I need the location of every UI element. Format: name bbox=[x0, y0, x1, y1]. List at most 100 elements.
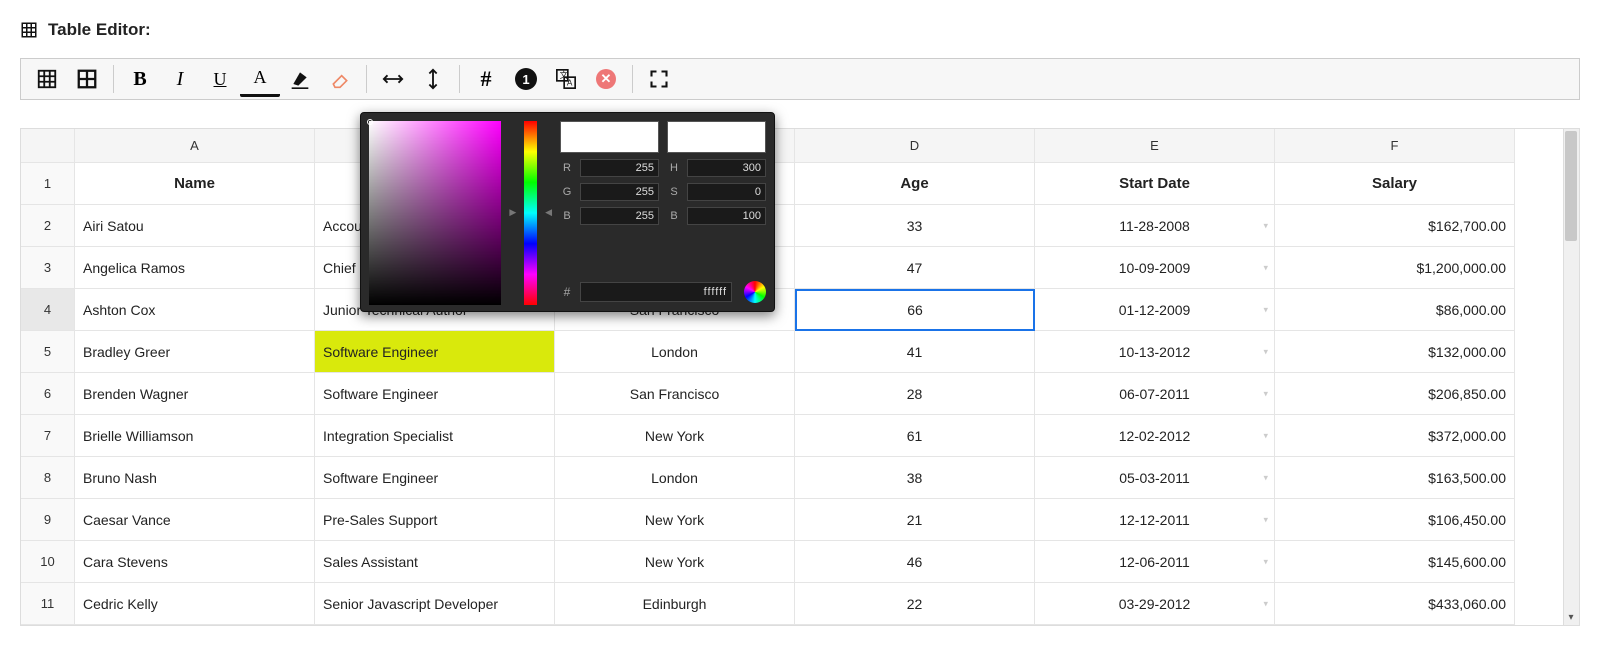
eraser-button[interactable] bbox=[320, 61, 360, 97]
color-wheel-icon[interactable] bbox=[744, 281, 766, 303]
column-header[interactable]: F bbox=[1275, 129, 1515, 163]
italic-button[interactable]: I bbox=[160, 61, 200, 97]
table-cell[interactable]: 33 bbox=[795, 205, 1035, 247]
bold-button[interactable]: B bbox=[120, 61, 160, 97]
table-cell[interactable]: Ashton Cox bbox=[75, 289, 315, 331]
column-header[interactable]: D bbox=[795, 129, 1035, 163]
fill-color-button[interactable] bbox=[280, 61, 320, 97]
chevron-down-icon[interactable]: ▾ bbox=[1263, 388, 1268, 399]
table-cell[interactable]: Brielle Williamson bbox=[75, 415, 315, 457]
row-header[interactable]: 1 bbox=[21, 163, 75, 205]
table-cell[interactable]: New York bbox=[555, 499, 795, 541]
g-input[interactable] bbox=[580, 183, 659, 201]
chevron-down-icon[interactable]: ▾ bbox=[1263, 556, 1268, 567]
s-input[interactable] bbox=[687, 183, 766, 201]
table-cell[interactable]: Bruno Nash bbox=[75, 457, 315, 499]
table-cell[interactable]: 22 bbox=[795, 583, 1035, 625]
table-cell[interactable]: 47 bbox=[795, 247, 1035, 289]
format-button[interactable]: # bbox=[466, 61, 506, 97]
chevron-down-icon[interactable]: ▾ bbox=[1263, 514, 1268, 525]
table-cell[interactable]: Bradley Greer bbox=[75, 331, 315, 373]
chevron-down-icon[interactable]: ▾ bbox=[1263, 472, 1268, 483]
column-header[interactable]: A bbox=[75, 129, 315, 163]
table-header-cell[interactable]: Start Date bbox=[1035, 163, 1275, 205]
saturation-value-panel[interactable] bbox=[369, 121, 501, 305]
table-cell[interactable]: 28 bbox=[795, 373, 1035, 415]
row-header[interactable]: 8 bbox=[21, 457, 75, 499]
table-cell[interactable]: 21 bbox=[795, 499, 1035, 541]
table-cell[interactable]: $1,200,000.00 bbox=[1275, 247, 1515, 289]
table-cell[interactable]: 41 bbox=[795, 331, 1035, 373]
table-cell[interactable]: Software Engineer bbox=[315, 457, 555, 499]
conditional-format-button[interactable]: 1 bbox=[506, 61, 546, 97]
table-cell[interactable]: 12-02-2012▾ bbox=[1035, 415, 1275, 457]
b-input[interactable] bbox=[580, 207, 659, 225]
v-input[interactable] bbox=[687, 207, 766, 225]
table-cell[interactable]: 01-12-2009▾ bbox=[1035, 289, 1275, 331]
row-header[interactable]: 4 bbox=[21, 289, 75, 331]
table-cell[interactable]: 61 bbox=[795, 415, 1035, 457]
table-cell[interactable]: Cedric Kelly bbox=[75, 583, 315, 625]
column-width-button[interactable] bbox=[373, 61, 413, 97]
table-cell[interactable]: Brenden Wagner bbox=[75, 373, 315, 415]
table-cell[interactable]: $162,700.00 bbox=[1275, 205, 1515, 247]
table-cell[interactable]: Caesar Vance bbox=[75, 499, 315, 541]
delete-button[interactable]: ✕ bbox=[586, 61, 626, 97]
table-cell[interactable]: 66 bbox=[795, 289, 1035, 331]
table-cell[interactable]: Software Engineer bbox=[315, 373, 555, 415]
row-header[interactable]: 5 bbox=[21, 331, 75, 373]
table-header-cell[interactable]: Name bbox=[75, 163, 315, 205]
table-cell[interactable]: $433,060.00 bbox=[1275, 583, 1515, 625]
corner-cell[interactable] bbox=[21, 129, 75, 163]
row-header[interactable]: 7 bbox=[21, 415, 75, 457]
table-cell[interactable]: 10-09-2009▾ bbox=[1035, 247, 1275, 289]
table-cell[interactable]: New York bbox=[555, 415, 795, 457]
table-cell[interactable]: Pre-Sales Support bbox=[315, 499, 555, 541]
table-cell[interactable]: $132,000.00 bbox=[1275, 331, 1515, 373]
chevron-down-icon[interactable]: ▾ bbox=[1263, 220, 1268, 231]
table-cell[interactable]: $206,850.00 bbox=[1275, 373, 1515, 415]
table-borders-button[interactable] bbox=[67, 61, 107, 97]
vertical-scrollbar[interactable]: ▾ bbox=[1563, 129, 1579, 625]
table-cell[interactable]: Angelica Ramos bbox=[75, 247, 315, 289]
row-header[interactable]: 10 bbox=[21, 541, 75, 583]
table-cell[interactable]: Software Engineer bbox=[315, 331, 555, 373]
table-cell[interactable]: 12-12-2011▾ bbox=[1035, 499, 1275, 541]
chevron-down-icon[interactable]: ▾ bbox=[1263, 262, 1268, 273]
table-cell[interactable]: $106,450.00 bbox=[1275, 499, 1515, 541]
table-cell[interactable]: 06-07-2011▾ bbox=[1035, 373, 1275, 415]
table-cell[interactable]: Integration Specialist bbox=[315, 415, 555, 457]
table-cell[interactable]: 12-06-2011▾ bbox=[1035, 541, 1275, 583]
table-cell[interactable]: $372,000.00 bbox=[1275, 415, 1515, 457]
scroll-thumb[interactable] bbox=[1565, 131, 1577, 241]
underline-button[interactable]: U bbox=[200, 61, 240, 97]
chevron-down-icon[interactable]: ▾ bbox=[1263, 598, 1268, 609]
row-header[interactable]: 9 bbox=[21, 499, 75, 541]
table-cell[interactable]: New York bbox=[555, 541, 795, 583]
row-header[interactable]: 3 bbox=[21, 247, 75, 289]
r-input[interactable] bbox=[580, 159, 659, 177]
table-cell[interactable]: London bbox=[555, 331, 795, 373]
table-cell[interactable]: $145,600.00 bbox=[1275, 541, 1515, 583]
table-header-cell[interactable]: Salary bbox=[1275, 163, 1515, 205]
scroll-down-icon[interactable]: ▾ bbox=[1565, 611, 1577, 623]
chevron-down-icon[interactable]: ▾ bbox=[1263, 346, 1268, 357]
insert-table-button[interactable] bbox=[27, 61, 67, 97]
translate-button[interactable]: 文A bbox=[546, 61, 586, 97]
hex-input[interactable] bbox=[580, 282, 732, 302]
row-header[interactable]: 6 bbox=[21, 373, 75, 415]
table-cell[interactable]: $163,500.00 bbox=[1275, 457, 1515, 499]
fullscreen-button[interactable] bbox=[639, 61, 679, 97]
table-cell[interactable]: Cara Stevens bbox=[75, 541, 315, 583]
table-cell[interactable]: 38 bbox=[795, 457, 1035, 499]
hue-slider[interactable] bbox=[524, 121, 537, 305]
row-height-button[interactable] bbox=[413, 61, 453, 97]
h-input[interactable] bbox=[687, 159, 766, 177]
row-header[interactable]: 2 bbox=[21, 205, 75, 247]
column-header[interactable]: E bbox=[1035, 129, 1275, 163]
table-cell[interactable]: 11-28-2008▾ bbox=[1035, 205, 1275, 247]
table-header-cell[interactable]: Age bbox=[795, 163, 1035, 205]
table-cell[interactable]: 05-03-2011▾ bbox=[1035, 457, 1275, 499]
table-cell[interactable]: Edinburgh bbox=[555, 583, 795, 625]
table-cell[interactable]: 03-29-2012▾ bbox=[1035, 583, 1275, 625]
